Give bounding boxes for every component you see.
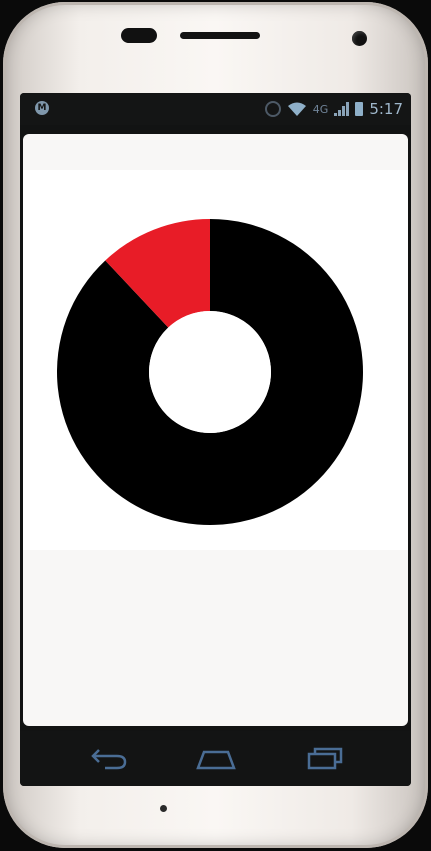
proximity-sensor [121,28,157,43]
status-bar: M 4G 5:17 [20,93,411,125]
signal-icon [334,102,350,116]
phone-screen: M 4G 5:17 [20,93,411,786]
battery-icon [355,102,364,116]
donut-hole [149,311,271,433]
chart-panel [23,170,408,550]
earpiece-speaker [180,32,260,39]
back-icon[interactable] [87,741,131,775]
microphone-hole [160,805,167,812]
donut-chart [56,219,363,525]
status-clock: 5:17 [369,100,403,118]
app-content [23,134,408,726]
sync-icon [264,101,281,117]
motorola-logo-icon: M [35,101,49,115]
front-camera [352,31,367,46]
status-icons: 4G 5:17 [264,98,403,120]
network-type-label: 4G [312,102,329,116]
navigation-bar [20,731,411,786]
recent-apps-icon[interactable] [303,741,347,775]
home-icon[interactable] [194,741,238,775]
wifi-icon [287,102,306,116]
